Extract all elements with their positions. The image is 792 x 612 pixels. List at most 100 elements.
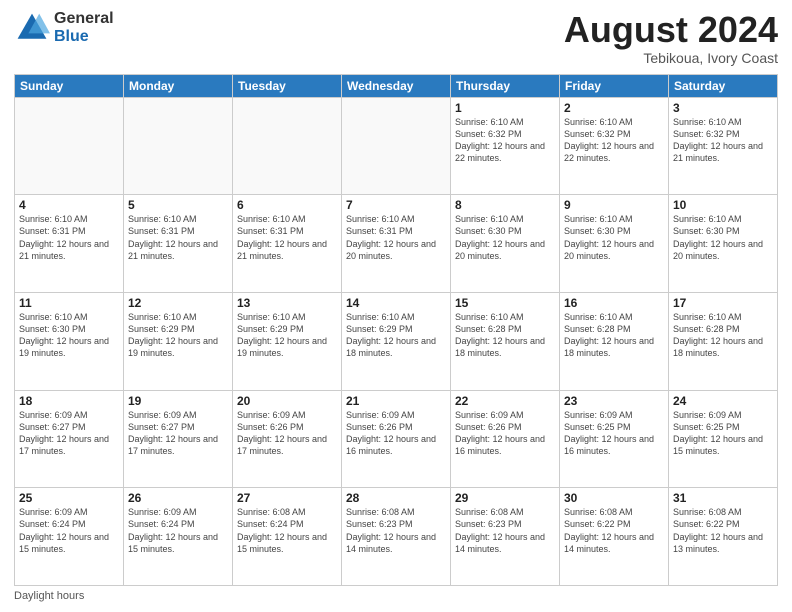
legend: Daylight hours [14, 590, 778, 602]
day-info: Sunrise: 6:10 AM Sunset: 6:31 PM Dayligh… [19, 213, 119, 262]
day-number: 8 [455, 198, 555, 212]
day-number: 25 [19, 491, 119, 505]
weekday-header-thursday: Thursday [451, 74, 560, 97]
day-info: Sunrise: 6:10 AM Sunset: 6:31 PM Dayligh… [128, 213, 228, 262]
day-info: Sunrise: 6:10 AM Sunset: 6:28 PM Dayligh… [564, 311, 664, 360]
title-location: Tebikoua, Ivory Coast [564, 50, 778, 66]
weekday-header-tuesday: Tuesday [233, 74, 342, 97]
logo-blue-text: Blue [54, 28, 114, 46]
day-info: Sunrise: 6:10 AM Sunset: 6:30 PM Dayligh… [564, 213, 664, 262]
calendar-week-3: 11Sunrise: 6:10 AM Sunset: 6:30 PM Dayli… [15, 292, 778, 390]
day-info: Sunrise: 6:09 AM Sunset: 6:24 PM Dayligh… [19, 506, 119, 555]
day-number: 3 [673, 101, 773, 115]
day-info: Sunrise: 6:10 AM Sunset: 6:28 PM Dayligh… [673, 311, 773, 360]
day-number: 12 [128, 296, 228, 310]
weekday-header-monday: Monday [124, 74, 233, 97]
calendar-day-cell: 25Sunrise: 6:09 AM Sunset: 6:24 PM Dayli… [15, 488, 124, 586]
calendar-day-cell: 17Sunrise: 6:10 AM Sunset: 6:28 PM Dayli… [669, 292, 778, 390]
calendar-day-cell: 31Sunrise: 6:08 AM Sunset: 6:22 PM Dayli… [669, 488, 778, 586]
calendar-day-cell: 4Sunrise: 6:10 AM Sunset: 6:31 PM Daylig… [15, 195, 124, 293]
day-number: 4 [19, 198, 119, 212]
calendar-week-1: 1Sunrise: 6:10 AM Sunset: 6:32 PM Daylig… [15, 97, 778, 195]
day-info: Sunrise: 6:08 AM Sunset: 6:23 PM Dayligh… [455, 506, 555, 555]
calendar-day-cell: 14Sunrise: 6:10 AM Sunset: 6:29 PM Dayli… [342, 292, 451, 390]
calendar-day-cell: 28Sunrise: 6:08 AM Sunset: 6:23 PM Dayli… [342, 488, 451, 586]
day-info: Sunrise: 6:08 AM Sunset: 6:22 PM Dayligh… [564, 506, 664, 555]
calendar-day-cell: 6Sunrise: 6:10 AM Sunset: 6:31 PM Daylig… [233, 195, 342, 293]
weekday-header-friday: Friday [560, 74, 669, 97]
day-info: Sunrise: 6:10 AM Sunset: 6:31 PM Dayligh… [346, 213, 446, 262]
day-info: Sunrise: 6:10 AM Sunset: 6:32 PM Dayligh… [455, 116, 555, 165]
day-info: Sunrise: 6:10 AM Sunset: 6:28 PM Dayligh… [455, 311, 555, 360]
calendar-week-5: 25Sunrise: 6:09 AM Sunset: 6:24 PM Dayli… [15, 488, 778, 586]
calendar-week-4: 18Sunrise: 6:09 AM Sunset: 6:27 PM Dayli… [15, 390, 778, 488]
weekday-header-saturday: Saturday [669, 74, 778, 97]
day-number: 18 [19, 394, 119, 408]
logo-icon [14, 10, 50, 46]
calendar-day-cell: 8Sunrise: 6:10 AM Sunset: 6:30 PM Daylig… [451, 195, 560, 293]
day-number: 13 [237, 296, 337, 310]
day-number: 22 [455, 394, 555, 408]
calendar-day-cell: 24Sunrise: 6:09 AM Sunset: 6:25 PM Dayli… [669, 390, 778, 488]
weekday-header-row: SundayMondayTuesdayWednesdayThursdayFrid… [15, 74, 778, 97]
day-number: 11 [19, 296, 119, 310]
day-info: Sunrise: 6:10 AM Sunset: 6:29 PM Dayligh… [128, 311, 228, 360]
calendar-day-cell: 29Sunrise: 6:08 AM Sunset: 6:23 PM Dayli… [451, 488, 560, 586]
day-number: 27 [237, 491, 337, 505]
calendar-day-cell: 30Sunrise: 6:08 AM Sunset: 6:22 PM Dayli… [560, 488, 669, 586]
logo: General Blue [14, 10, 114, 46]
calendar-day-cell: 7Sunrise: 6:10 AM Sunset: 6:31 PM Daylig… [342, 195, 451, 293]
day-number: 14 [346, 296, 446, 310]
page: General Blue August 2024 Tebikoua, Ivory… [0, 0, 792, 612]
day-number: 31 [673, 491, 773, 505]
day-info: Sunrise: 6:08 AM Sunset: 6:22 PM Dayligh… [673, 506, 773, 555]
title-block: August 2024 Tebikoua, Ivory Coast [564, 10, 778, 66]
day-info: Sunrise: 6:09 AM Sunset: 6:25 PM Dayligh… [673, 409, 773, 458]
calendar-day-cell [233, 97, 342, 195]
calendar-day-cell: 9Sunrise: 6:10 AM Sunset: 6:30 PM Daylig… [560, 195, 669, 293]
header: General Blue August 2024 Tebikoua, Ivory… [14, 10, 778, 66]
calendar-day-cell: 27Sunrise: 6:08 AM Sunset: 6:24 PM Dayli… [233, 488, 342, 586]
daylight-hours-label: Daylight hours [14, 590, 84, 602]
day-number: 23 [564, 394, 664, 408]
logo-general-text: General [54, 10, 114, 28]
day-number: 1 [455, 101, 555, 115]
day-number: 10 [673, 198, 773, 212]
calendar-day-cell: 22Sunrise: 6:09 AM Sunset: 6:26 PM Dayli… [451, 390, 560, 488]
day-info: Sunrise: 6:10 AM Sunset: 6:30 PM Dayligh… [455, 213, 555, 262]
day-number: 2 [564, 101, 664, 115]
day-number: 28 [346, 491, 446, 505]
day-number: 6 [237, 198, 337, 212]
title-month: August 2024 [564, 10, 778, 50]
day-info: Sunrise: 6:10 AM Sunset: 6:29 PM Dayligh… [346, 311, 446, 360]
day-info: Sunrise: 6:09 AM Sunset: 6:27 PM Dayligh… [19, 409, 119, 458]
calendar-day-cell: 15Sunrise: 6:10 AM Sunset: 6:28 PM Dayli… [451, 292, 560, 390]
day-number: 15 [455, 296, 555, 310]
day-info: Sunrise: 6:10 AM Sunset: 6:31 PM Dayligh… [237, 213, 337, 262]
calendar-day-cell: 10Sunrise: 6:10 AM Sunset: 6:30 PM Dayli… [669, 195, 778, 293]
day-number: 19 [128, 394, 228, 408]
day-number: 17 [673, 296, 773, 310]
calendar-day-cell [15, 97, 124, 195]
day-info: Sunrise: 6:10 AM Sunset: 6:30 PM Dayligh… [673, 213, 773, 262]
day-number: 26 [128, 491, 228, 505]
day-number: 29 [455, 491, 555, 505]
calendar-day-cell [124, 97, 233, 195]
calendar-day-cell: 1Sunrise: 6:10 AM Sunset: 6:32 PM Daylig… [451, 97, 560, 195]
day-number: 21 [346, 394, 446, 408]
day-info: Sunrise: 6:10 AM Sunset: 6:29 PM Dayligh… [237, 311, 337, 360]
day-info: Sunrise: 6:09 AM Sunset: 6:26 PM Dayligh… [455, 409, 555, 458]
day-info: Sunrise: 6:09 AM Sunset: 6:26 PM Dayligh… [346, 409, 446, 458]
calendar-day-cell: 23Sunrise: 6:09 AM Sunset: 6:25 PM Dayli… [560, 390, 669, 488]
calendar-day-cell: 11Sunrise: 6:10 AM Sunset: 6:30 PM Dayli… [15, 292, 124, 390]
calendar-day-cell: 12Sunrise: 6:10 AM Sunset: 6:29 PM Dayli… [124, 292, 233, 390]
weekday-header-wednesday: Wednesday [342, 74, 451, 97]
calendar-day-cell: 21Sunrise: 6:09 AM Sunset: 6:26 PM Dayli… [342, 390, 451, 488]
day-number: 30 [564, 491, 664, 505]
calendar-day-cell: 26Sunrise: 6:09 AM Sunset: 6:24 PM Dayli… [124, 488, 233, 586]
day-number: 7 [346, 198, 446, 212]
calendar-week-2: 4Sunrise: 6:10 AM Sunset: 6:31 PM Daylig… [15, 195, 778, 293]
day-number: 9 [564, 198, 664, 212]
day-info: Sunrise: 6:09 AM Sunset: 6:24 PM Dayligh… [128, 506, 228, 555]
calendar-day-cell: 19Sunrise: 6:09 AM Sunset: 6:27 PM Dayli… [124, 390, 233, 488]
